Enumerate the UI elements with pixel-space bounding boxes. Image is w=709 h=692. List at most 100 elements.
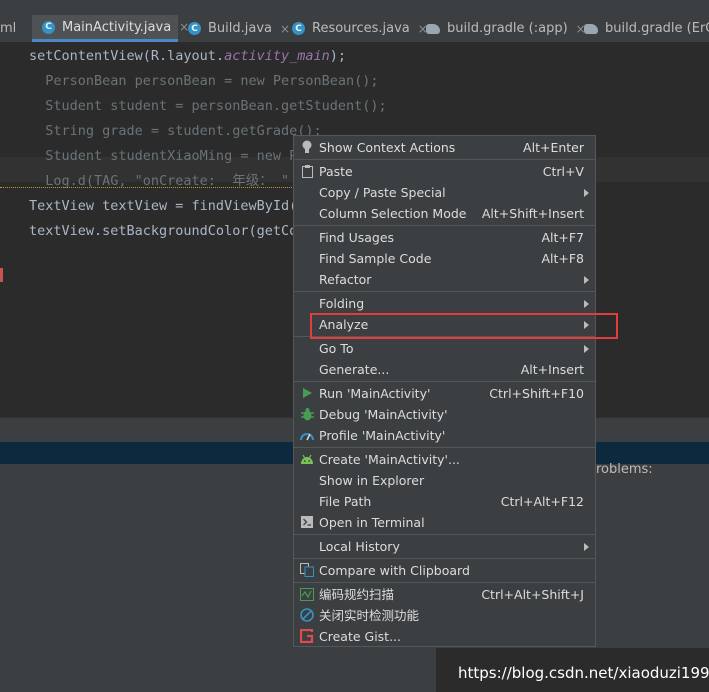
menu-item-shortcut: Ctrl+Alt+Shift+J <box>481 587 584 602</box>
lightbulb-icon <box>300 140 314 154</box>
analyze-highlight-annotation <box>310 313 618 339</box>
menu-item-generate[interactable]: Generate... Alt+Insert <box>294 359 595 380</box>
tab-label: build.gradle (ErC <box>605 21 709 36</box>
menu-item-refactor[interactable]: Refactor <box>294 269 595 290</box>
menu-item-label: 编码规约扫描 <box>319 587 395 602</box>
menu-separator <box>294 159 595 160</box>
menu-item-shortcut: Alt+F8 <box>541 251 584 266</box>
menu-item-shortcut: Ctrl+Alt+F12 <box>500 494 584 509</box>
menu-item-label: Find Sample Code <box>319 251 432 266</box>
tab-resources-java[interactable]: C Resources.java × <box>282 15 428 42</box>
submenu-arrow-icon <box>584 276 589 284</box>
menu-item-label: File Path <box>319 494 372 509</box>
menu-item-label: Debug 'MainActivity' <box>319 407 448 422</box>
editor-tab-bar: ml C MainActivity.java × C Build.java × … <box>0 0 709 42</box>
menu-item-label: Show Context Actions <box>319 140 456 155</box>
menu-item-label: Column Selection Mode <box>319 206 467 221</box>
menu-item-shortcut: Alt+Enter <box>523 140 584 155</box>
code-line-2: PersonBean personBean = new PersonBean()… <box>29 73 379 89</box>
menu-item-shortcut: Alt+Shift+Insert <box>481 206 584 221</box>
gradle-icon <box>584 23 598 34</box>
code-text: setContentView(R.layout. <box>29 48 225 64</box>
tab-mainactivity-java[interactable]: C MainActivity.java × <box>32 15 189 42</box>
menu-item-label: Run 'MainActivity' <box>319 386 431 401</box>
warning-underline <box>0 187 300 188</box>
menu-item-create-gist[interactable]: Create Gist... <box>294 626 595 647</box>
tab-build-gradle-project[interactable]: build.gradle (ErC <box>574 15 709 42</box>
tab-label: build.gradle (:app) <box>447 21 568 36</box>
menu-item-folding[interactable]: Folding <box>294 293 595 314</box>
code-line-7: TextView textView = findViewById( <box>29 198 298 214</box>
menu-separator <box>294 225 595 226</box>
menu-item-label: Copy / Paste Special <box>319 185 446 200</box>
menu-item-show-context-actions[interactable]: Show Context Actions Alt+Enter <box>294 137 595 158</box>
menu-separator <box>294 291 595 292</box>
problems-label: roblems: <box>596 462 653 477</box>
menu-item-file-path[interactable]: File Path Ctrl+Alt+F12 <box>294 491 595 512</box>
code-line-4: String grade = student.getGrade(); <box>29 123 322 139</box>
menu-item-code-scan[interactable]: 编码规约扫描 Ctrl+Alt+Shift+J <box>294 584 595 605</box>
menu-item-label: Show in Explorer <box>319 473 425 488</box>
submenu-arrow-icon <box>584 345 589 353</box>
disable-realtime-icon <box>300 608 314 622</box>
menu-item-label: Compare with Clipboard <box>319 563 470 578</box>
debug-bug-icon <box>300 407 314 421</box>
menu-item-label: Go To <box>319 341 354 356</box>
tab-build-java[interactable]: C Build.java × <box>178 15 290 42</box>
menu-item-column-selection-mode[interactable]: Column Selection Mode Alt+Shift+Insert <box>294 203 595 224</box>
menu-separator <box>294 534 595 535</box>
menu-item-go-to[interactable]: Go To <box>294 338 595 359</box>
menu-item-local-history[interactable]: Local History <box>294 536 595 557</box>
tab-label: MainActivity.java <box>62 19 172 35</box>
terminal-icon <box>300 515 314 529</box>
menu-item-show-in-explorer[interactable]: Show in Explorer <box>294 470 595 491</box>
menu-separator <box>294 558 595 559</box>
java-class-icon: C <box>42 20 55 34</box>
gradle-icon <box>426 23 440 34</box>
editor-context-menu: Show Context Actions Alt+Enter Paste Ctr… <box>293 135 596 647</box>
menu-item-label: 关闭实时检测功能 <box>319 608 420 623</box>
menu-separator <box>294 447 595 448</box>
menu-separator <box>294 582 595 583</box>
menu-item-label: Open in Terminal <box>319 515 425 530</box>
menu-item-paste[interactable]: Paste Ctrl+V <box>294 161 595 182</box>
submenu-arrow-icon <box>584 543 589 551</box>
submenu-arrow-icon <box>584 189 589 197</box>
tab-xml-partial[interactable]: ml <box>0 15 32 42</box>
compare-clipboard-icon <box>300 563 314 577</box>
menu-item-label: Paste <box>319 164 353 179</box>
menu-item-label: Create Gist... <box>319 629 402 644</box>
tab-label: Resources.java <box>312 21 410 36</box>
code-resource-id: activity_main <box>224 48 330 64</box>
code-line-5: Student studentXiaoMing = new P <box>29 148 298 164</box>
code-line-8: textView.setBackgroundColor(getCo <box>29 223 298 239</box>
code-scan-icon <box>300 587 314 601</box>
menu-item-shortcut: Alt+F7 <box>541 230 584 245</box>
tab-label: Build.java <box>208 21 273 36</box>
tab-build-gradle-app[interactable]: build.gradle (:app) × <box>416 15 586 42</box>
menu-item-label: Create 'MainActivity'... <box>319 452 460 467</box>
error-gutter-marker <box>0 268 3 282</box>
menu-item-open-in-terminal[interactable]: Open in Terminal <box>294 512 595 533</box>
menu-item-label: Profile 'MainActivity' <box>319 428 446 443</box>
java-class-icon: C <box>292 22 305 35</box>
menu-item-shortcut: Alt+Insert <box>520 362 584 377</box>
code-text: ); <box>329 48 347 64</box>
menu-item-debug-mainactivity[interactable]: Debug 'MainActivity' <box>294 404 595 425</box>
gist-icon <box>300 629 314 643</box>
menu-item-create-mainactivity[interactable]: Create 'MainActivity'... <box>294 449 595 470</box>
android-icon <box>300 452 314 466</box>
menu-item-label: Local History <box>319 539 400 554</box>
menu-item-run-mainactivity[interactable]: Run 'MainActivity' Ctrl+Shift+F10 <box>294 383 595 404</box>
menu-item-label: Find Usages <box>319 230 395 245</box>
menu-item-compare-with-clipboard[interactable]: Compare with Clipboard <box>294 560 595 581</box>
menu-item-copy-paste-special[interactable]: Copy / Paste Special <box>294 182 595 203</box>
menu-item-disable-realtime-detection[interactable]: 关闭实时检测功能 <box>294 605 595 626</box>
menu-item-find-sample-code[interactable]: Find Sample Code Alt+F8 <box>294 248 595 269</box>
menu-separator <box>294 381 595 382</box>
run-icon <box>300 386 314 400</box>
menu-item-shortcut: Ctrl+V <box>542 164 584 179</box>
menu-item-find-usages[interactable]: Find Usages Alt+F7 <box>294 227 595 248</box>
menu-item-profile-mainactivity[interactable]: Profile 'MainActivity' <box>294 425 595 446</box>
code-line-1: setContentView(R.layout.activity_main); <box>29 47 346 65</box>
